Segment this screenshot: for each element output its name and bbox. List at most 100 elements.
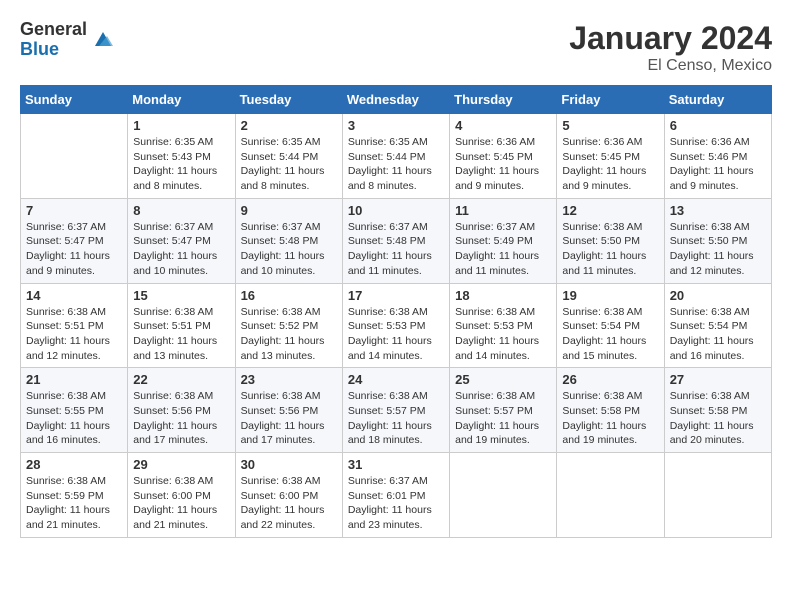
- table-row: 1 Sunrise: 6:35 AM Sunset: 5:43 PM Daylig…: [128, 114, 235, 199]
- table-row: 19Sunrise: 6:38 AM Sunset: 5:54 PM Dayli…: [557, 283, 664, 368]
- day-number: 12: [562, 203, 658, 218]
- day-number: 26: [562, 372, 658, 387]
- table-row: 8Sunrise: 6:37 AM Sunset: 5:47 PM Daylig…: [128, 198, 235, 283]
- header-saturday: Saturday: [664, 86, 771, 114]
- table-row: 17 Sunrise: 6:38 AM Sunset: 5:53 PM Dayli…: [342, 283, 449, 368]
- day-number: 18: [455, 288, 551, 303]
- table-row: 14 Sunrise: 6:38 AM Sunset: 5:51 PM Dayli…: [21, 283, 128, 368]
- table-row: 6 Sunrise: 6:36 AM Sunset: 5:46 PM Daylig…: [664, 114, 771, 199]
- day-number: 14: [26, 288, 122, 303]
- table-row: 26 Sunrise: 6:38 AM Sunset: 5:58 PM Dayli…: [557, 368, 664, 453]
- day-info: Sunrise: 6:35 AM Sunset: 5:43 PM Dayligh…: [133, 135, 229, 194]
- day-info: Sunrise: 6:38 AM Sunset: 5:53 PM Dayligh…: [455, 305, 551, 364]
- day-number: 22: [133, 372, 229, 387]
- location-title: El Censo, Mexico: [569, 57, 772, 75]
- day-number: 1: [133, 118, 229, 133]
- header-wednesday: Wednesday: [342, 86, 449, 114]
- day-info: Sunrise: 6:37 AM Sunset: 5:49 PM Dayligh…: [455, 220, 551, 279]
- day-number: 5: [562, 118, 658, 133]
- table-row: 21Sunrise: 6:38 AM Sunset: 5:55 PM Dayli…: [21, 368, 128, 453]
- day-number: 30: [241, 457, 337, 472]
- day-info: Sunrise: 6:37 AM Sunset: 5:48 PM Dayligh…: [348, 220, 444, 279]
- logo-general-text: General: [20, 20, 87, 40]
- day-number: 8: [133, 203, 229, 218]
- table-row: [557, 453, 664, 538]
- day-number: 31: [348, 457, 444, 472]
- table-row: 24 Sunrise: 6:38 AM Sunset: 5:57 PM Dayli…: [342, 368, 449, 453]
- day-info: Sunrise: 6:37 AM Sunset: 6:01 PM Dayligh…: [348, 474, 444, 533]
- day-info: Sunrise: 6:37 AM Sunset: 5:47 PM Dayligh…: [26, 220, 122, 279]
- table-row: 5Sunrise: 6:36 AM Sunset: 5:45 PM Daylig…: [557, 114, 664, 199]
- day-number: 15: [133, 288, 229, 303]
- day-info: Sunrise: 6:38 AM Sunset: 5:59 PM Dayligh…: [26, 474, 122, 533]
- day-number: 7: [26, 203, 122, 218]
- table-row: 7 Sunrise: 6:37 AM Sunset: 5:47 PM Daylig…: [21, 198, 128, 283]
- calendar-header-row: Sunday Monday Tuesday Wednesday Thursday…: [21, 86, 772, 114]
- page-header: General Blue January 2024 El Censo, Mexi…: [20, 20, 772, 75]
- table-row: 31 Sunrise: 6:37 AM Sunset: 6:01 PM Dayli…: [342, 453, 449, 538]
- calendar-week-row: 14 Sunrise: 6:38 AM Sunset: 5:51 PM Dayli…: [21, 283, 772, 368]
- day-info: Sunrise: 6:38 AM Sunset: 5:52 PM Dayligh…: [241, 305, 337, 364]
- day-info: Sunrise: 6:38 AM Sunset: 5:57 PM Dayligh…: [348, 389, 444, 448]
- day-number: 27: [670, 372, 766, 387]
- table-row: 12 Sunrise: 6:38 AM Sunset: 5:50 PM Dayli…: [557, 198, 664, 283]
- table-row: 23 Sunrise: 6:38 AM Sunset: 5:56 PM Dayli…: [235, 368, 342, 453]
- day-info: Sunrise: 6:38 AM Sunset: 5:51 PM Dayligh…: [26, 305, 122, 364]
- day-info: Sunrise: 6:38 AM Sunset: 5:54 PM Dayligh…: [670, 305, 766, 364]
- day-info: Sunrise: 6:37 AM Sunset: 5:48 PM Dayligh…: [241, 220, 337, 279]
- table-row: 18 Sunrise: 6:38 AM Sunset: 5:53 PM Dayli…: [450, 283, 557, 368]
- calendar-table: Sunday Monday Tuesday Wednesday Thursday…: [20, 85, 772, 538]
- day-number: 25: [455, 372, 551, 387]
- day-number: 23: [241, 372, 337, 387]
- header-tuesday: Tuesday: [235, 86, 342, 114]
- table-row: 4Sunrise: 6:36 AM Sunset: 5:45 PM Daylig…: [450, 114, 557, 199]
- table-row: 22Sunrise: 6:38 AM Sunset: 5:56 PM Dayli…: [128, 368, 235, 453]
- table-row: 29 Sunrise: 6:38 AM Sunset: 6:00 PM Dayli…: [128, 453, 235, 538]
- day-info: Sunrise: 6:35 AM Sunset: 5:44 PM Dayligh…: [348, 135, 444, 194]
- day-number: 17: [348, 288, 444, 303]
- table-row: 10 Sunrise: 6:37 AM Sunset: 5:48 PM Dayli…: [342, 198, 449, 283]
- day-number: 16: [241, 288, 337, 303]
- day-number: 11: [455, 203, 551, 218]
- table-row: [664, 453, 771, 538]
- day-info: Sunrise: 6:36 AM Sunset: 5:45 PM Dayligh…: [455, 135, 551, 194]
- header-sunday: Sunday: [21, 86, 128, 114]
- calendar-week-row: 1 Sunrise: 6:35 AM Sunset: 5:43 PM Daylig…: [21, 114, 772, 199]
- day-info: Sunrise: 6:38 AM Sunset: 6:00 PM Dayligh…: [241, 474, 337, 533]
- table-row: 16 Sunrise: 6:38 AM Sunset: 5:52 PM Dayli…: [235, 283, 342, 368]
- table-row: 27 Sunrise: 6:38 AM Sunset: 5:58 PM Dayli…: [664, 368, 771, 453]
- day-number: 24: [348, 372, 444, 387]
- logo-icon: [91, 28, 115, 52]
- title-block: January 2024 El Censo, Mexico: [569, 20, 772, 75]
- day-info: Sunrise: 6:38 AM Sunset: 5:58 PM Dayligh…: [562, 389, 658, 448]
- day-number: 6: [670, 118, 766, 133]
- day-number: 29: [133, 457, 229, 472]
- table-row: 28 Sunrise: 6:38 AM Sunset: 5:59 PM Dayli…: [21, 453, 128, 538]
- day-info: Sunrise: 6:38 AM Sunset: 5:50 PM Dayligh…: [562, 220, 658, 279]
- day-number: 28: [26, 457, 122, 472]
- table-row: 11 Sunrise: 6:37 AM Sunset: 5:49 PM Dayli…: [450, 198, 557, 283]
- table-row: 25Sunrise: 6:38 AM Sunset: 5:57 PM Dayli…: [450, 368, 557, 453]
- day-info: Sunrise: 6:38 AM Sunset: 5:58 PM Dayligh…: [670, 389, 766, 448]
- calendar-week-row: 21Sunrise: 6:38 AM Sunset: 5:55 PM Dayli…: [21, 368, 772, 453]
- day-info: Sunrise: 6:38 AM Sunset: 5:50 PM Dayligh…: [670, 220, 766, 279]
- table-row: 20Sunrise: 6:38 AM Sunset: 5:54 PM Dayli…: [664, 283, 771, 368]
- day-info: Sunrise: 6:35 AM Sunset: 5:44 PM Dayligh…: [241, 135, 337, 194]
- logo-blue-text: Blue: [20, 40, 87, 60]
- day-info: Sunrise: 6:36 AM Sunset: 5:46 PM Dayligh…: [670, 135, 766, 194]
- day-number: 10: [348, 203, 444, 218]
- day-number: 9: [241, 203, 337, 218]
- day-number: 19: [562, 288, 658, 303]
- table-row: 30 Sunrise: 6:38 AM Sunset: 6:00 PM Dayli…: [235, 453, 342, 538]
- table-row: [21, 114, 128, 199]
- day-number: 2: [241, 118, 337, 133]
- logo: General Blue: [20, 20, 115, 60]
- table-row: 9 Sunrise: 6:37 AM Sunset: 5:48 PM Daylig…: [235, 198, 342, 283]
- day-info: Sunrise: 6:38 AM Sunset: 5:51 PM Dayligh…: [133, 305, 229, 364]
- day-info: Sunrise: 6:38 AM Sunset: 5:53 PM Dayligh…: [348, 305, 444, 364]
- month-title: January 2024: [569, 20, 772, 57]
- day-info: Sunrise: 6:38 AM Sunset: 6:00 PM Dayligh…: [133, 474, 229, 533]
- header-thursday: Thursday: [450, 86, 557, 114]
- header-monday: Monday: [128, 86, 235, 114]
- day-info: Sunrise: 6:38 AM Sunset: 5:56 PM Dayligh…: [241, 389, 337, 448]
